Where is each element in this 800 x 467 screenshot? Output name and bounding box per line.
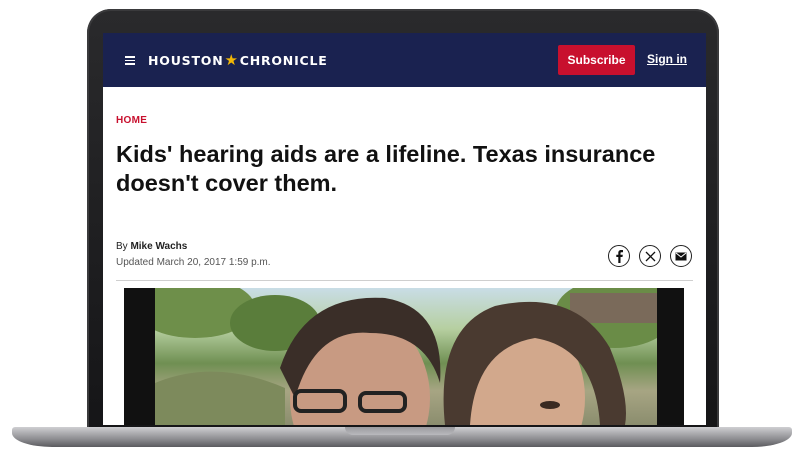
hamburger-menu-icon[interactable] bbox=[125, 56, 135, 65]
site-header: HOUSTON ★ CHRONICLE Subscribe Sign in bbox=[103, 33, 706, 87]
facebook-icon bbox=[616, 250, 623, 263]
email-icon bbox=[675, 252, 687, 260]
section-label[interactable]: HOME bbox=[116, 115, 147, 126]
x-icon bbox=[645, 251, 655, 261]
site-logo[interactable]: HOUSTON ★ CHRONICLE bbox=[148, 51, 328, 69]
logo-text-houston: HOUSTON bbox=[148, 52, 224, 68]
lead-photo-illustration bbox=[155, 288, 657, 425]
lead-photo[interactable] bbox=[155, 288, 657, 425]
article-headline: Kids' hearing aids are a lifeline. Texas… bbox=[116, 141, 656, 196]
byline: By Mike Wachs bbox=[116, 241, 187, 252]
author-name[interactable]: Mike Wachs bbox=[130, 241, 187, 252]
byline-prefix: By bbox=[116, 241, 128, 252]
facebook-share-button[interactable] bbox=[608, 245, 630, 267]
byline-divider bbox=[116, 280, 693, 281]
email-share-button[interactable] bbox=[670, 245, 692, 267]
logo-text-chronicle: CHRONICLE bbox=[239, 52, 328, 68]
x-share-button[interactable] bbox=[639, 245, 661, 267]
star-icon: ★ bbox=[224, 51, 239, 69]
updated-timestamp: Updated March 20, 2017 1:59 p.m. bbox=[116, 257, 271, 268]
browser-screen: HOUSTON ★ CHRONICLE Subscribe Sign in HO… bbox=[103, 33, 706, 425]
sign-in-link[interactable]: Sign in bbox=[647, 52, 687, 66]
laptop-notch bbox=[345, 427, 455, 435]
subscribe-button[interactable]: Subscribe bbox=[558, 45, 635, 75]
